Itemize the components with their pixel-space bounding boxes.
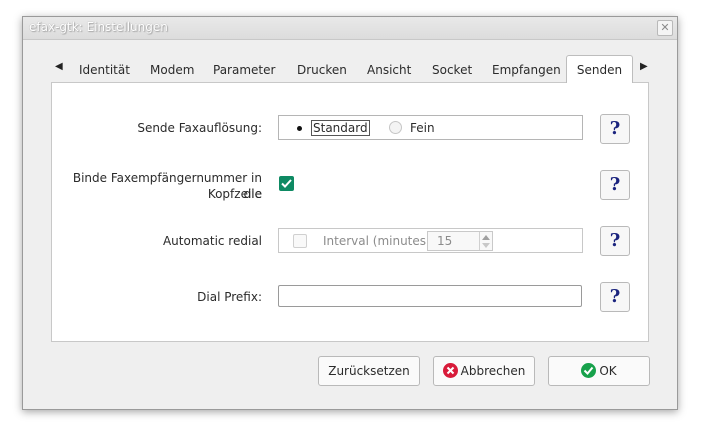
- ok-button-label: OK: [599, 364, 617, 378]
- tab-senden[interactable]: Senden: [566, 55, 633, 83]
- resolution-group: Standard Fein: [278, 115, 583, 140]
- redial-checkbox[interactable]: [293, 234, 307, 248]
- tab-drucken[interactable]: Drucken: [297, 63, 347, 77]
- tab-bar: ◀ Identität Modem Parameter Drucken Ansi…: [51, 55, 651, 83]
- cancel-icon: [442, 363, 458, 378]
- window-title: efax-gtk: Einstellungen: [29, 20, 168, 34]
- help-button-redial[interactable]: ?: [600, 226, 630, 256]
- radio-standard-selected[interactable]: [297, 126, 302, 131]
- help-button-dial-prefix[interactable]: ?: [600, 282, 630, 312]
- close-button[interactable]: ✕: [657, 20, 673, 36]
- help-button-resolution[interactable]: ?: [600, 114, 630, 144]
- tab-empfangen[interactable]: Empfangen: [492, 63, 561, 77]
- header-number-checkbox[interactable]: [279, 176, 294, 191]
- header-number-label-line2: Kopfzeile: [207, 187, 262, 201]
- reset-button-label: Zurücksetzen: [328, 364, 410, 378]
- reset-button[interactable]: Zurücksetzen: [318, 356, 420, 386]
- checkmark-icon: [281, 179, 292, 188]
- tab-identitaet[interactable]: Identität: [79, 63, 130, 77]
- settings-dialog: efax-gtk: Einstellungen ✕ ◀ Identität Mo…: [22, 16, 678, 410]
- dial-prefix-input[interactable]: [278, 285, 582, 307]
- interval-value[interactable]: 15: [437, 234, 452, 248]
- redial-label: Automatic redial: [162, 234, 262, 248]
- spin-down-icon[interactable]: [482, 243, 490, 248]
- help-button-header-number[interactable]: ?: [600, 170, 630, 200]
- radio-fine-label[interactable]: Fein: [410, 121, 435, 135]
- title-bar: efax-gtk: Einstellungen ✕: [23, 17, 677, 40]
- redial-group: Interval (minutes): 15: [278, 228, 583, 253]
- spin-up-icon[interactable]: [482, 235, 490, 240]
- tab-scroll-left-icon[interactable]: ◀: [55, 61, 63, 72]
- senden-panel: Sende Faxauflösung: Standard Fein ? Bind…: [51, 82, 649, 342]
- interval-spinbox[interactable]: 15: [427, 231, 493, 251]
- resolution-label: Sende Faxauflösung:: [137, 121, 262, 135]
- radio-standard-label[interactable]: Standard: [311, 120, 370, 136]
- interval-stepper[interactable]: [479, 232, 492, 250]
- tab-scroll-right-icon[interactable]: ▶: [640, 61, 648, 72]
- interval-label: Interval (minutes):: [323, 234, 435, 248]
- cancel-button-label: Abbrechen: [460, 364, 526, 378]
- tab-ansicht[interactable]: Ansicht: [367, 63, 411, 77]
- tab-modem[interactable]: Modem: [150, 63, 194, 77]
- cancel-button[interactable]: Abbrechen: [433, 356, 535, 386]
- tab-socket[interactable]: Socket: [432, 63, 472, 77]
- ok-button[interactable]: OK: [548, 356, 650, 386]
- dial-prefix-label: Dial Prefix:: [197, 290, 262, 304]
- radio-fine[interactable]: [389, 121, 402, 134]
- tab-parameter[interactable]: Parameter: [213, 63, 275, 77]
- ok-check-icon: [581, 363, 597, 378]
